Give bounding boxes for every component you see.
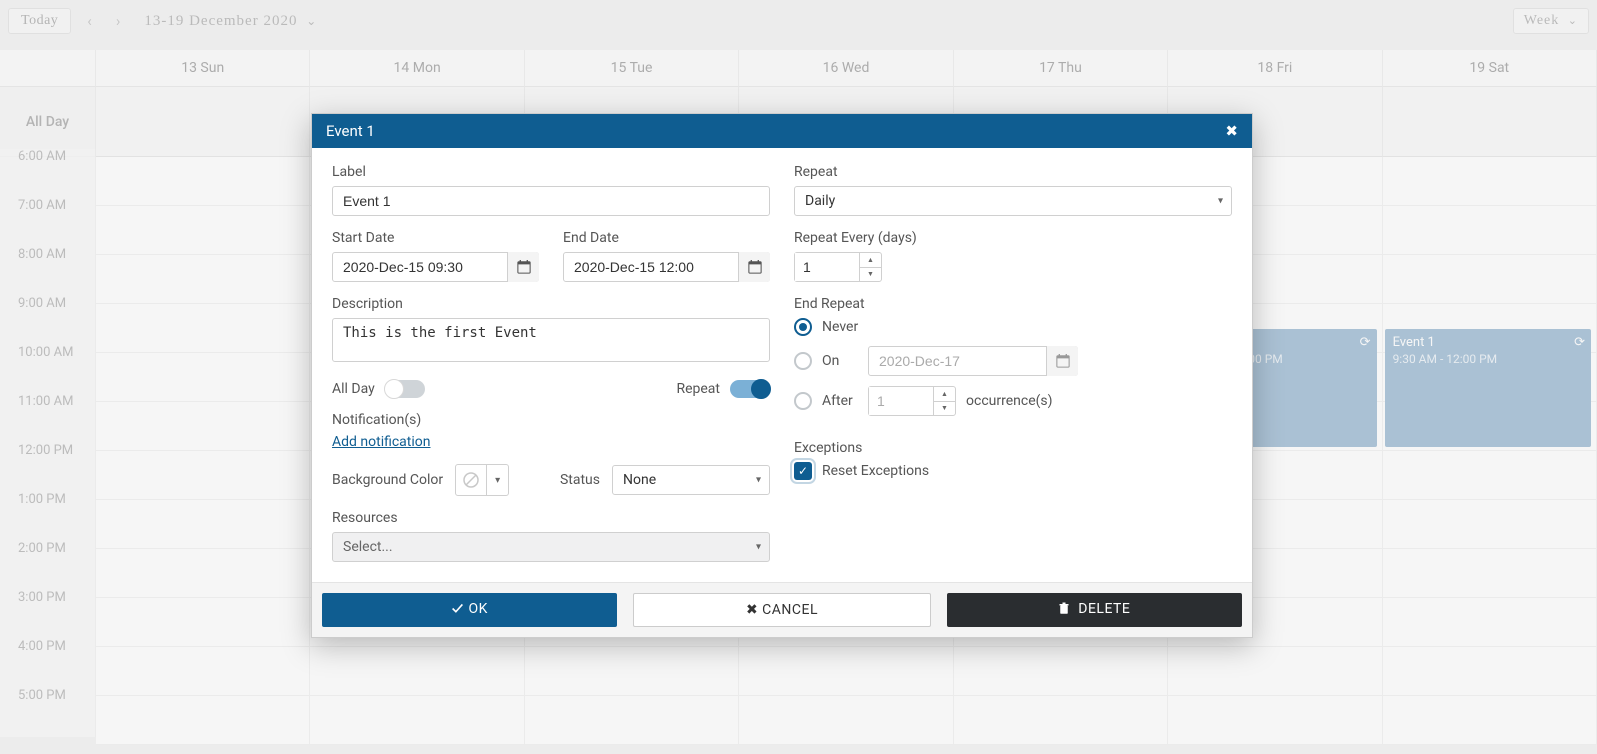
chevron-down-icon: ▾ <box>1218 196 1223 207</box>
end-repeat-never-radio[interactable] <box>794 318 812 336</box>
repeat-every-value[interactable] <box>795 253 859 281</box>
status-value: None <box>623 472 656 488</box>
description-label: Description <box>332 296 770 312</box>
label-field-label: Label <box>332 164 770 180</box>
end-repeat-after-suffix: occurrence(s) <box>966 393 1053 409</box>
dialog-right-column: Repeat Daily ▾ Repeat Every (days) ▲ ▼ E… <box>794 164 1232 562</box>
empty-swatch-icon <box>456 465 486 495</box>
close-icon[interactable]: ✖ <box>1225 122 1238 140</box>
resources-select[interactable]: Select... ▾ <box>332 532 770 562</box>
calendar-icon[interactable] <box>507 252 539 282</box>
chevron-down-icon: ▾ <box>486 465 508 495</box>
end-repeat-never-label: Never <box>822 319 858 335</box>
allday-toggle[interactable] <box>385 380 425 398</box>
notifications-label: Notification(s) <box>332 412 770 428</box>
reset-exceptions-label: Reset Exceptions <box>822 463 929 479</box>
repeat-label: Repeat <box>794 164 1232 180</box>
status-select[interactable]: None ▾ <box>612 465 770 495</box>
dialog-title: Event 1 <box>326 122 375 140</box>
add-notification-link[interactable]: Add notification <box>332 434 431 451</box>
end-repeat-after-label: After <box>822 393 858 409</box>
end-repeat-on-label: On <box>822 353 858 369</box>
delete-button[interactable]: DELETE <box>947 593 1242 627</box>
spin-up-icon[interactable]: ▲ <box>860 253 881 268</box>
reset-exceptions-checkbox[interactable]: ✓ <box>794 462 812 480</box>
resources-label: Resources <box>332 510 770 526</box>
end-repeat-after-value[interactable] <box>869 387 933 415</box>
spin-down-icon[interactable]: ▼ <box>860 268 881 282</box>
repeat-toggle-label: Repeat <box>676 381 720 397</box>
spin-up-icon[interactable]: ▲ <box>934 387 955 402</box>
end-repeat-after-radio[interactable] <box>794 392 812 410</box>
end-repeat-label: End Repeat <box>794 296 1232 312</box>
bgcolor-select[interactable]: ▾ <box>455 464 509 496</box>
description-input[interactable] <box>332 318 770 362</box>
end-date-label: End Date <box>563 230 770 246</box>
dialog-footer: OK ✖ CANCEL DELETE <box>312 582 1252 637</box>
repeat-select[interactable]: Daily ▾ <box>794 186 1232 216</box>
repeat-value: Daily <box>805 193 835 209</box>
resources-placeholder: Select... <box>343 539 393 555</box>
exceptions-label: Exceptions <box>794 440 1232 456</box>
allday-label: All Day <box>332 381 375 397</box>
end-repeat-after-input[interactable]: ▲ ▼ <box>868 386 956 416</box>
spin-down-icon[interactable]: ▼ <box>934 402 955 416</box>
repeat-toggle[interactable] <box>730 380 770 398</box>
status-label: Status <box>560 472 600 488</box>
chevron-down-icon: ▾ <box>756 542 761 553</box>
calendar-icon[interactable] <box>738 252 770 282</box>
label-input[interactable] <box>332 186 770 216</box>
dialog-header: Event 1 ✖ <box>312 114 1252 148</box>
bgcolor-label: Background Color <box>332 472 443 488</box>
dialog-left-column: Label Start Date End Date <box>332 164 770 562</box>
event-dialog: Event 1 ✖ Label Start Date <box>311 113 1253 638</box>
ok-button[interactable]: OK <box>322 593 617 627</box>
repeat-every-input[interactable]: ▲ ▼ <box>794 252 882 282</box>
cancel-button[interactable]: ✖ CANCEL <box>633 593 930 627</box>
chevron-down-icon: ▾ <box>756 475 761 486</box>
calendar-icon[interactable] <box>1046 346 1078 376</box>
start-date-label: Start Date <box>332 230 539 246</box>
repeat-every-label: Repeat Every (days) <box>794 230 1232 246</box>
end-repeat-on-radio[interactable] <box>794 352 812 370</box>
